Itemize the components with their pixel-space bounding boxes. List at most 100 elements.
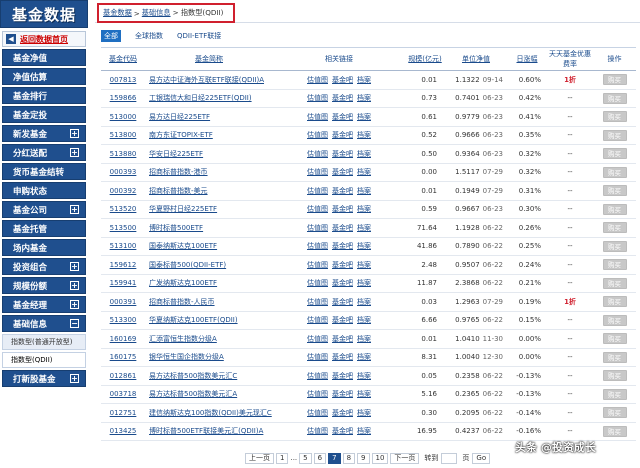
fund-code-link[interactable]: 003718 bbox=[101, 385, 145, 404]
page-button[interactable]: 8 bbox=[342, 452, 356, 464]
valuation-chart-link[interactable]: 估值图 bbox=[307, 335, 328, 343]
sidebar-item[interactable]: 基础信息 − bbox=[2, 315, 86, 332]
fund-forum-link[interactable]: 基金吧 bbox=[332, 168, 353, 176]
fund-profile-link[interactable]: 档案 bbox=[357, 168, 371, 176]
valuation-chart-link[interactable]: 估值图 bbox=[307, 261, 328, 269]
valuation-chart-link[interactable]: 估值图 bbox=[307, 316, 328, 324]
fund-name-link[interactable]: 南方东证TOPIX-ETF bbox=[145, 126, 273, 145]
fund-profile-link[interactable]: 档案 bbox=[357, 224, 371, 232]
valuation-chart-link[interactable]: 估值图 bbox=[307, 242, 328, 250]
fund-code-link[interactable]: 012751 bbox=[101, 403, 145, 423]
expand-icon[interactable]: + bbox=[70, 281, 79, 290]
buy-button[interactable]: 购买 bbox=[602, 259, 627, 271]
fund-code-link[interactable]: 000393 bbox=[101, 163, 145, 182]
fund-profile-link[interactable]: 档案 bbox=[357, 76, 371, 84]
fund-name-link[interactable]: 华夏野村日经225ETF bbox=[145, 200, 273, 219]
buy-button[interactable]: 购买 bbox=[602, 314, 627, 326]
fund-forum-link[interactable]: 基金吧 bbox=[332, 224, 353, 232]
buy-button[interactable]: 购买 bbox=[602, 111, 627, 123]
fund-forum-link[interactable]: 基金吧 bbox=[332, 94, 353, 102]
valuation-chart-link[interactable]: 估值图 bbox=[307, 187, 328, 195]
expand-icon[interactable]: + bbox=[70, 205, 79, 214]
buy-button[interactable]: 购买 bbox=[602, 129, 627, 141]
fund-forum-link[interactable]: 基金吧 bbox=[332, 372, 353, 380]
fund-profile-link[interactable]: 档案 bbox=[357, 353, 371, 361]
valuation-chart-link[interactable]: 估值图 bbox=[307, 353, 328, 361]
sidebar-item[interactable]: 申购状态 bbox=[2, 182, 86, 199]
fund-profile-link[interactable]: 档案 bbox=[357, 242, 371, 250]
expand-icon[interactable]: + bbox=[70, 262, 79, 271]
fund-name-link[interactable]: 招商标普指数-人民币 bbox=[145, 292, 273, 312]
fund-forum-link[interactable]: 基金吧 bbox=[332, 353, 353, 361]
fund-code-link[interactable]: 013425 bbox=[101, 422, 145, 441]
sidebar-item[interactable]: 净值估算 bbox=[2, 68, 86, 85]
buy-button[interactable]: 购买 bbox=[602, 388, 627, 400]
buy-button[interactable]: 购买 bbox=[602, 370, 627, 382]
fund-forum-link[interactable]: 基金吧 bbox=[332, 279, 353, 287]
expand-icon[interactable]: + bbox=[70, 129, 79, 138]
column-header[interactable]: 基金代码 bbox=[101, 47, 145, 71]
fund-code-link[interactable]: 159866 bbox=[101, 89, 145, 108]
fund-name-link[interactable]: 建信纳斯达克100指数(QDII)美元现汇C bbox=[145, 403, 273, 423]
fund-profile-link[interactable]: 档案 bbox=[357, 427, 371, 435]
fund-profile-link[interactable]: 档案 bbox=[357, 94, 371, 102]
fund-name-link[interactable]: 国泰标普500(QDII-ETF) bbox=[145, 255, 273, 275]
fund-code-link[interactable]: 513500 bbox=[101, 218, 145, 238]
page-button[interactable]: 10 bbox=[371, 452, 389, 464]
collapse-icon[interactable]: − bbox=[70, 319, 79, 328]
fund-code-link[interactable]: 160169 bbox=[101, 329, 145, 349]
filter-tab[interactable]: 全球指数 bbox=[135, 31, 163, 41]
buy-button[interactable]: 购买 bbox=[602, 277, 627, 289]
fund-profile-link[interactable]: 档案 bbox=[357, 372, 371, 380]
buy-button[interactable]: 购买 bbox=[602, 203, 627, 215]
fund-name-link[interactable]: 招商标普指数-美元 bbox=[145, 181, 273, 201]
valuation-chart-link[interactable]: 估值图 bbox=[307, 279, 328, 287]
fund-name-link[interactable]: 华安日经225ETF bbox=[145, 144, 273, 164]
sidebar-item[interactable]: 基金定投 bbox=[2, 106, 86, 123]
valuation-chart-link[interactable]: 估值图 bbox=[307, 113, 328, 121]
sidebar-item[interactable]: 分红送配 + bbox=[2, 144, 86, 161]
filter-tab[interactable]: 全部 bbox=[101, 30, 121, 42]
fund-profile-link[interactable]: 档案 bbox=[357, 113, 371, 121]
prev-page-button[interactable]: 上一页 bbox=[245, 452, 274, 464]
buy-button[interactable]: 购买 bbox=[602, 407, 627, 419]
fund-name-link[interactable]: 易方达日经225ETF bbox=[145, 107, 273, 127]
buy-button[interactable]: 购买 bbox=[602, 166, 627, 178]
expand-icon[interactable]: + bbox=[70, 300, 79, 309]
fund-forum-link[interactable]: 基金吧 bbox=[332, 187, 353, 195]
fund-code-link[interactable]: 513800 bbox=[101, 126, 145, 145]
fund-code-link[interactable]: 160175 bbox=[101, 348, 145, 367]
sidebar-item[interactable]: 规模份额 + bbox=[2, 277, 86, 294]
fund-name-link[interactable]: 广发纳斯达克100ETF bbox=[145, 274, 273, 293]
valuation-chart-link[interactable]: 估值图 bbox=[307, 224, 328, 232]
fund-forum-link[interactable]: 基金吧 bbox=[332, 205, 353, 213]
fund-profile-link[interactable]: 档案 bbox=[357, 335, 371, 343]
page-button[interactable]: 5 bbox=[299, 452, 312, 464]
fund-name-link[interactable]: 博时标普500ETF联接美元汇(QDII)A bbox=[145, 422, 273, 441]
sidebar-item[interactable]: 基金托管 bbox=[2, 220, 86, 237]
expand-icon[interactable]: + bbox=[70, 374, 79, 383]
valuation-chart-link[interactable]: 估值图 bbox=[307, 298, 328, 306]
fund-code-link[interactable]: 000392 bbox=[101, 181, 145, 201]
fund-profile-link[interactable]: 档案 bbox=[357, 279, 371, 287]
fund-name-link[interactable]: 博时标普500ETF bbox=[145, 218, 273, 238]
fund-code-link[interactable]: 513880 bbox=[101, 144, 145, 164]
fund-profile-link[interactable]: 档案 bbox=[357, 298, 371, 306]
buy-button[interactable]: 购买 bbox=[602, 185, 627, 197]
sidebar-item[interactable]: 基金经理 + bbox=[2, 296, 86, 313]
buy-button[interactable]: 购买 bbox=[602, 296, 627, 308]
valuation-chart-link[interactable]: 估值图 bbox=[307, 372, 328, 380]
column-header[interactable]: 单位净值 bbox=[445, 47, 507, 71]
fund-code-link[interactable]: 000391 bbox=[101, 292, 145, 312]
fund-profile-link[interactable]: 档案 bbox=[357, 150, 371, 158]
fund-forum-link[interactable]: 基金吧 bbox=[332, 335, 353, 343]
page-button[interactable]: 6 bbox=[313, 452, 327, 464]
fund-name-link[interactable]: 工银瑞信大和日经225ETF(QDII) bbox=[145, 89, 273, 108]
column-header[interactable]: 日涨幅 bbox=[507, 47, 547, 71]
sidebar-item[interactable]: 货币基金结转 bbox=[2, 163, 86, 180]
fund-code-link[interactable]: 159941 bbox=[101, 274, 145, 293]
fund-forum-link[interactable]: 基金吧 bbox=[332, 76, 353, 84]
fund-forum-link[interactable]: 基金吧 bbox=[332, 427, 353, 435]
back-home-link[interactable]: ◀ 返回数据首页 bbox=[2, 31, 86, 47]
fund-code-link[interactable]: 513300 bbox=[101, 311, 145, 330]
